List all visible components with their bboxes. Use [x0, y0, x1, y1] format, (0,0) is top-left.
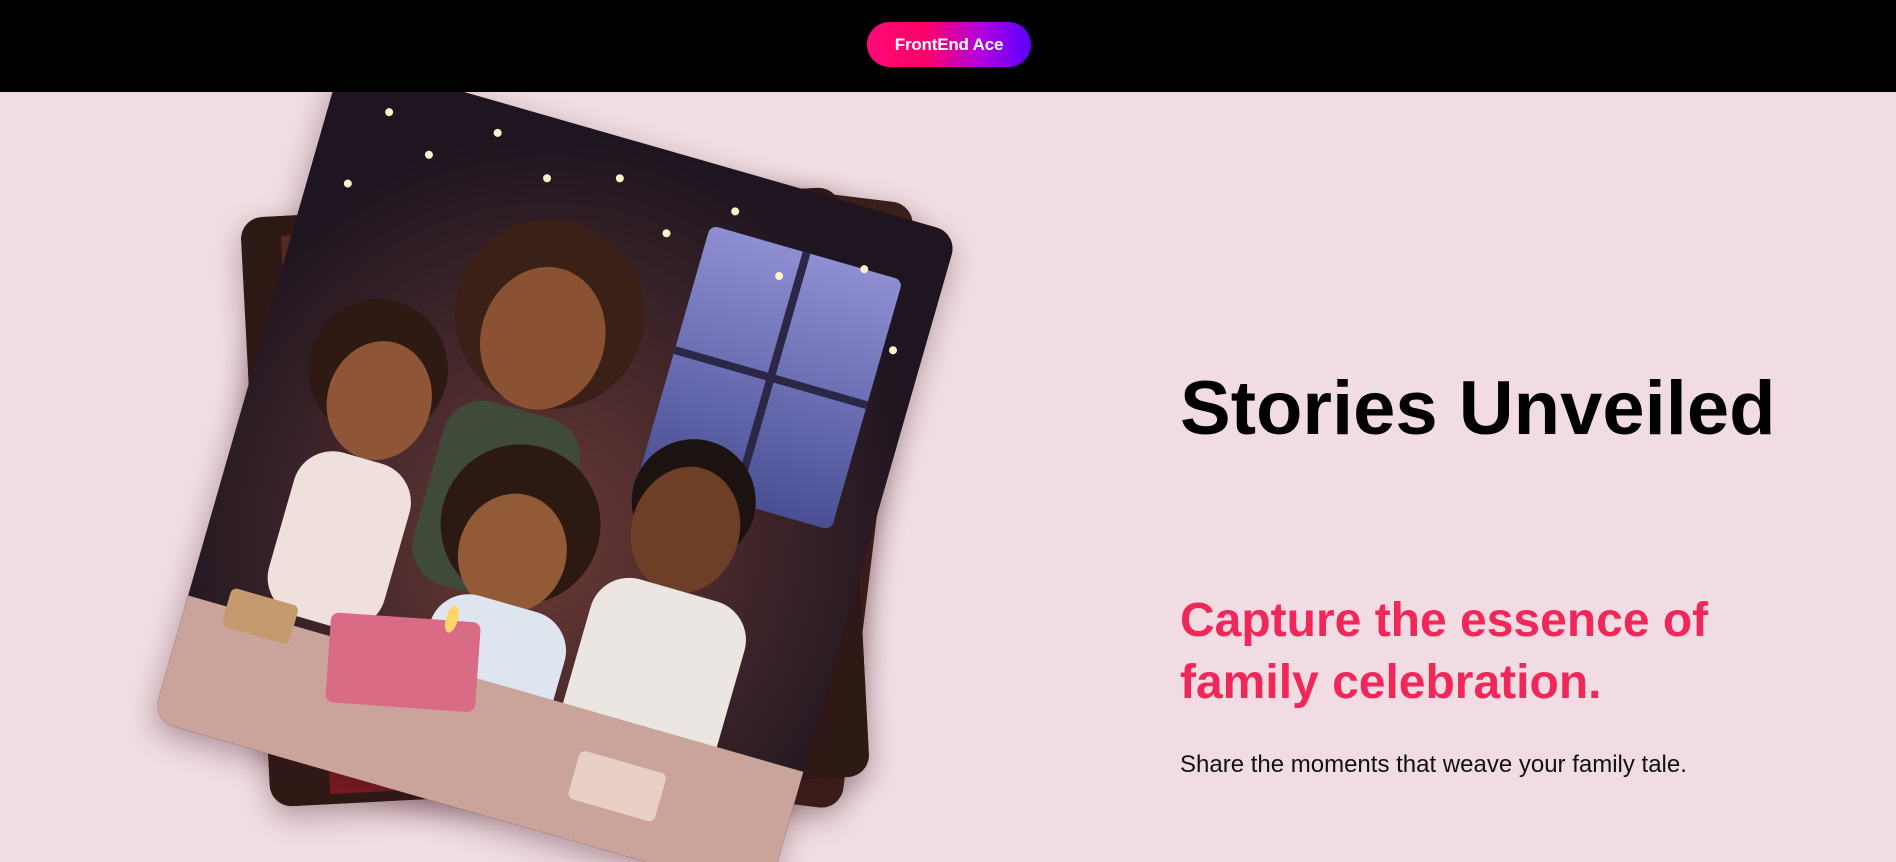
- hero-subtitle: Capture the essence of family celebratio…: [1180, 594, 1709, 709]
- hero-description: Share the moments that weave your family…: [1180, 751, 1687, 778]
- hero-section: Stories Unveiled Capture the essence of …: [0, 92, 1896, 862]
- brand-name: FrontEnd Ace: [894, 34, 1004, 54]
- hero-title: Stories Unveiled: [1180, 366, 1776, 451]
- top-bar: FrontEnd Ace: [0, 0, 1896, 92]
- brand-logo-pill[interactable]: FrontEnd Ace: [867, 22, 1031, 67]
